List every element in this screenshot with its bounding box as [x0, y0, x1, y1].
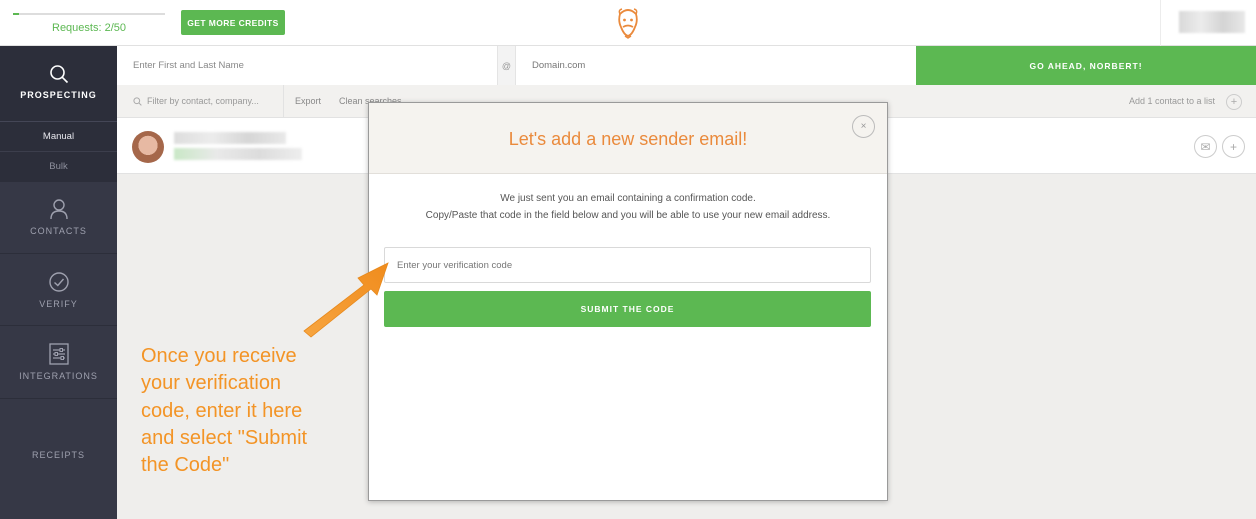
get-more-credits-button[interactable]: GET MORE CREDITS [181, 10, 285, 35]
new-sender-email-modal: Let's add a new sender email! × We just … [368, 102, 888, 501]
annotation-line: Once you receive [141, 345, 297, 367]
search-bar: @ GO AHEAD, NORBERT! [117, 46, 1256, 85]
sidebar-subitem-manual[interactable]: Manual [0, 121, 117, 151]
add-to-list-link[interactable]: Add 1 contact to a list [1129, 96, 1215, 106]
annotation-line: the Code" [141, 454, 230, 477]
sidebar-item-receipts[interactable]: RECEIPTS [0, 398, 117, 519]
modal-message-line1: We just sent you an email containing a c… [500, 193, 756, 204]
sidebar-item-verify[interactable]: VERIFY [0, 253, 117, 325]
sidebar-item-integrations[interactable]: INTEGRATIONS [0, 325, 117, 398]
submit-code-button[interactable]: SUBMIT THE CODE [384, 291, 871, 327]
sidebar: PROSPECTING Manual Bulk CONTACTS VERIFY … [0, 46, 117, 519]
verification-code-input[interactable] [384, 247, 871, 283]
sidebar-item-label: PROSPECTING [20, 90, 97, 100]
full-name-input[interactable] [117, 46, 497, 85]
divider [283, 85, 284, 118]
export-link[interactable]: Export [295, 96, 321, 106]
search-icon [133, 96, 142, 106]
add-contact-plus-icon[interactable]: + [1222, 135, 1245, 158]
top-bar: Requests: 2/50 GET MORE CREDITS [0, 0, 1256, 46]
annotation-line: your verification [141, 372, 282, 395]
requests-progress-fill [13, 13, 20, 15]
annotation-arrow-icon [303, 262, 389, 338]
modal-header: Let's add a new sender email! × [369, 103, 887, 174]
check-circle-icon [48, 272, 69, 292]
sidebar-subitem-bulk[interactable]: Bulk [0, 151, 117, 181]
user-menu-blurred[interactable] [1179, 11, 1245, 33]
search-icon [49, 65, 68, 84]
avatar [132, 131, 164, 163]
sidebar-item-label: INTEGRATIONS [19, 371, 98, 381]
go-ahead-button[interactable]: GO AHEAD, NORBERT! [916, 46, 1256, 85]
close-icon[interactable]: × [852, 115, 875, 138]
sidebar-item-contacts[interactable]: CONTACTS [0, 181, 117, 253]
mail-icon[interactable]: ✉ [1194, 135, 1217, 158]
sidebar-item-prospecting[interactable]: PROSPECTING [0, 46, 117, 121]
user-divider [1160, 0, 1161, 46]
filter-search[interactable]: Filter by contact, company... [133, 96, 259, 106]
sliders-icon [48, 343, 69, 365]
annotation-line: code, enter it here [141, 399, 303, 422]
annotation-text: Once you receive your verification code,… [141, 343, 341, 479]
filter-placeholder: Filter by contact, company... [147, 96, 259, 106]
domain-input[interactable] [516, 46, 916, 85]
modal-title: Let's add a new sender email! [508, 129, 748, 149]
sidebar-item-label: CONTACTS [30, 226, 87, 236]
requests-progress-bar [13, 13, 165, 15]
sidebar-item-label: VERIFY [39, 299, 78, 309]
modal-message-line2: Copy/Paste that code in the field below … [425, 210, 831, 221]
annotation-line: and select "Submit [141, 426, 308, 449]
user-icon [49, 199, 68, 220]
requests-label: Requests: 2/50 [52, 22, 126, 34]
contact-name-blurred [174, 132, 286, 144]
contact-email-blurred [174, 148, 302, 160]
norbert-logo-icon[interactable] [614, 5, 642, 44]
add-to-list-plus-icon[interactable]: + [1226, 94, 1242, 110]
sidebar-item-label: RECEIPTS [31, 450, 85, 460]
at-symbol: @ [497, 46, 516, 85]
